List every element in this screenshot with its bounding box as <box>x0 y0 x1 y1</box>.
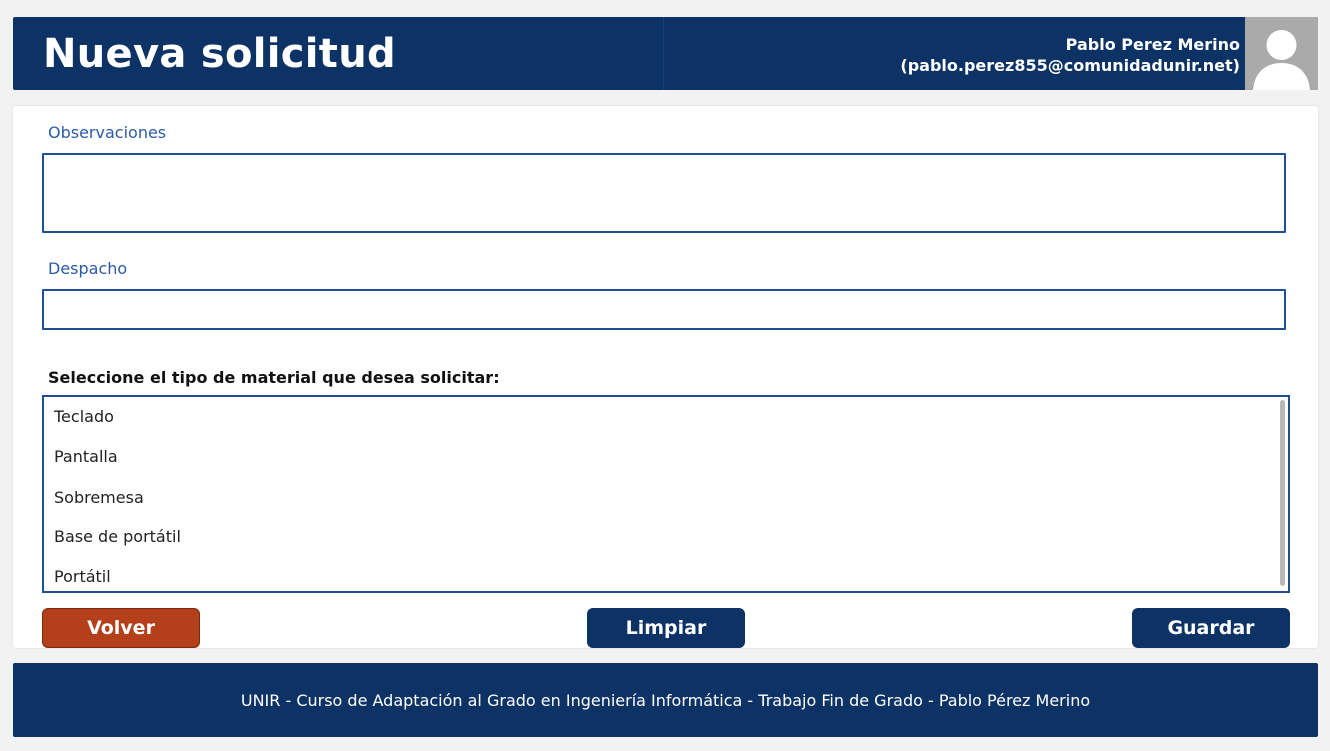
footer: UNIR - Curso de Adaptación al Grado en I… <box>13 663 1318 737</box>
list-item[interactable]: Sobremesa <box>54 488 144 508</box>
header-bar: Nueva solicitud Pablo Perez Merino (pabl… <box>13 17 1318 90</box>
list-item[interactable]: Teclado <box>54 407 114 427</box>
request-form-card: Observaciones Despacho Seleccione el tip… <box>13 106 1318 648</box>
list-item[interactable]: Portátil <box>54 567 111 587</box>
user-name: Pablo Perez Merino <box>1065 35 1240 54</box>
page-title: Nueva solicitud <box>43 31 396 77</box>
header-divider <box>663 17 664 90</box>
user-avatar-icon[interactable] <box>1245 17 1318 90</box>
user-info: Pablo Perez Merino (pablo.perez855@comun… <box>900 34 1240 76</box>
despacho-label: Despacho <box>48 259 128 278</box>
material-listbox[interactable]: Teclado Pantalla Sobremesa Base de portá… <box>42 395 1290 593</box>
observaciones-input[interactable] <box>42 153 1286 233</box>
observaciones-label: Observaciones <box>48 123 167 142</box>
footer-text: UNIR - Curso de Adaptación al Grado en I… <box>240 690 1091 710</box>
user-email: (pablo.perez855@comunidadunir.net) <box>900 56 1240 75</box>
guardar-button[interactable]: Guardar <box>1132 608 1290 648</box>
despacho-input[interactable] <box>42 289 1286 330</box>
material-prompt: Seleccione el tipo de material que desea… <box>48 368 500 387</box>
list-item[interactable]: Base de portátil <box>54 527 181 547</box>
list-item[interactable]: Pantalla <box>54 447 118 467</box>
limpiar-button[interactable]: Limpiar <box>587 608 745 648</box>
volver-button[interactable]: Volver <box>42 608 200 648</box>
listbox-scrollbar[interactable] <box>1280 400 1285 586</box>
